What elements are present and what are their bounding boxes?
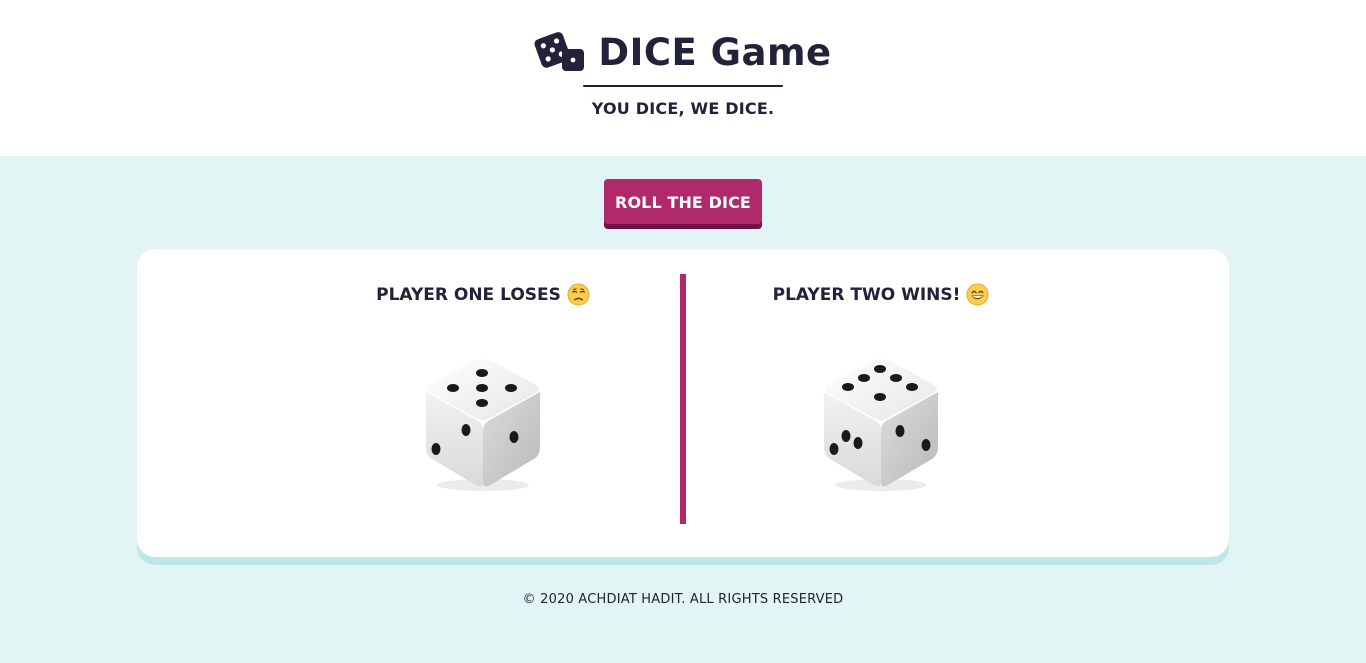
roll-dice-button[interactable]: ROLL THE DICE — [604, 179, 762, 229]
copyright-footer: © 2020 ACHDIAT HADIT. ALL RIGHTS RESERVE… — [522, 592, 844, 607]
tagline: YOU DICE, WE DICE. — [591, 99, 775, 118]
player-two-panel: PLAYER TWO WINS! — [731, 283, 1031, 493]
disappointed-face-icon — [567, 283, 590, 306]
dice-icon — [534, 32, 585, 71]
page-title: DICE Game — [598, 31, 832, 74]
player-one-result: PLAYER ONE LOSES — [376, 283, 590, 306]
game-area: ROLL THE DICE PLAYER ONE LOSES PLAYER TW… — [0, 156, 1366, 607]
grinning-face-icon — [966, 283, 989, 306]
player-two-result-text: PLAYER TWO WINS! — [772, 284, 961, 305]
player-one-result-text: PLAYER ONE LOSES — [376, 284, 561, 305]
player-two-die — [823, 359, 939, 491]
brand: DICE Game — [534, 31, 831, 75]
game-board: PLAYER ONE LOSES PLAYER TWO WINS! — [137, 249, 1229, 557]
player-one-die — [425, 359, 541, 491]
player-two-result: PLAYER TWO WINS! — [773, 283, 990, 306]
header: DICE Game YOU DICE, WE DICE. — [0, 0, 1366, 156]
title-divider — [583, 85, 783, 87]
player-one-panel: PLAYER ONE LOSES — [333, 283, 633, 493]
player-divider — [680, 274, 686, 524]
